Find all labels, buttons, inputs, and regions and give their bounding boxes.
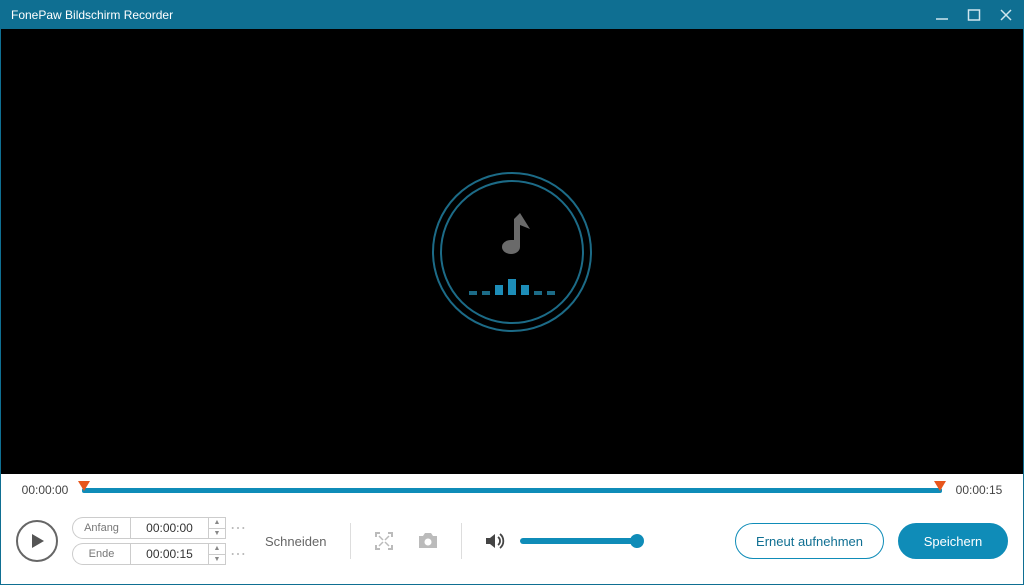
controls-bar: Anfang 00:00:00 ▲▼ ⋯ Ende 00:00:15 ▲▼ ⋯ … xyxy=(1,502,1023,584)
chevron-up-icon[interactable]: ▲ xyxy=(209,518,225,529)
trim-end-row: Ende 00:00:15 ▲▼ ⋯ xyxy=(72,543,245,565)
divider xyxy=(350,523,351,559)
save-button[interactable]: Speichern xyxy=(898,523,1008,559)
trim-start-stepper[interactable]: ▲▼ xyxy=(208,517,226,539)
volume-control xyxy=(480,526,640,556)
speaker-icon xyxy=(484,531,506,551)
window-controls xyxy=(935,8,1013,22)
trim-start-row: Anfang 00:00:00 ▲▼ ⋯ xyxy=(72,517,245,539)
audio-placeholder xyxy=(432,172,592,332)
trim-end-label: Ende xyxy=(72,543,130,565)
timeline-track[interactable] xyxy=(82,482,942,498)
volume-button[interactable] xyxy=(480,526,510,556)
timeline: 00:00:00 00:00:15 xyxy=(1,474,1023,502)
snapshot-button[interactable] xyxy=(413,526,443,556)
trim-start-time[interactable]: 00:00:00 xyxy=(130,517,208,539)
camera-icon xyxy=(417,532,439,550)
trim-end-time[interactable]: 00:00:15 xyxy=(130,543,208,565)
timeline-start-marker[interactable] xyxy=(78,481,90,491)
minimize-icon[interactable] xyxy=(935,8,949,22)
play-icon xyxy=(28,532,46,550)
fullscreen-icon xyxy=(374,531,394,551)
fullscreen-button[interactable] xyxy=(369,526,399,556)
chevron-down-icon[interactable]: ▼ xyxy=(209,555,225,565)
maximize-icon[interactable] xyxy=(967,8,981,22)
trim-end-stepper[interactable]: ▲▼ xyxy=(208,543,226,565)
bracket-decoration: ⋯ xyxy=(230,544,245,564)
music-note-icon xyxy=(490,209,534,261)
bracket-decoration: ⋯ xyxy=(230,518,245,538)
timeline-end-time: 00:00:15 xyxy=(950,483,1008,497)
play-button[interactable] xyxy=(16,520,58,562)
volume-thumb[interactable] xyxy=(630,534,644,548)
rerecord-button[interactable]: Erneut aufnehmen xyxy=(735,523,884,559)
timeline-end-marker[interactable] xyxy=(934,481,946,491)
app-window: FonePaw Bildschirm Recorder xyxy=(0,0,1024,585)
volume-slider[interactable] xyxy=(520,538,640,544)
chevron-up-icon[interactable]: ▲ xyxy=(209,544,225,555)
titlebar: FonePaw Bildschirm Recorder xyxy=(1,1,1023,29)
chevron-down-icon[interactable]: ▼ xyxy=(209,529,225,539)
timeline-start-time: 00:00:00 xyxy=(16,483,74,497)
equalizer-icon xyxy=(469,277,555,295)
trim-start-label: Anfang xyxy=(72,517,130,539)
window-title: FonePaw Bildschirm Recorder xyxy=(11,8,935,22)
divider xyxy=(461,523,462,559)
preview-area xyxy=(1,29,1023,474)
close-icon[interactable] xyxy=(999,8,1013,22)
trim-controls: Anfang 00:00:00 ▲▼ ⋯ Ende 00:00:15 ▲▼ ⋯ xyxy=(72,517,245,565)
cut-button[interactable]: Schneiden xyxy=(259,534,332,549)
